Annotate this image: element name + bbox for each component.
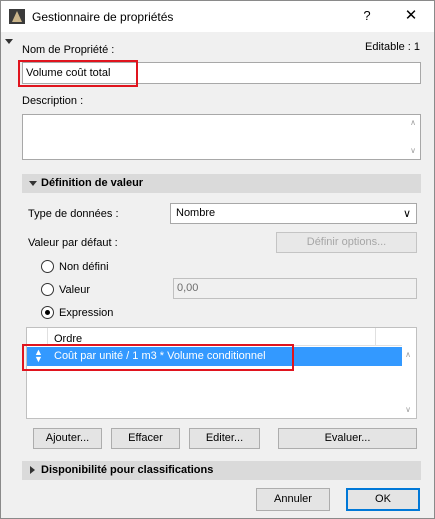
- radio-undefined-label: Non défini: [59, 261, 109, 273]
- scroll-down-icon[interactable]: ∨: [404, 406, 412, 414]
- scroll-up-icon[interactable]: ∧: [404, 351, 412, 359]
- description-scrollbar[interactable]: ∧ ∨: [406, 115, 420, 159]
- panel-pin-icon[interactable]: [5, 39, 13, 44]
- radio-value-label: Valeur: [59, 284, 90, 296]
- window-title: Gestionnaire de propriétés: [32, 10, 174, 24]
- evaluate-button[interactable]: Evaluer...: [278, 428, 417, 449]
- description-textarea[interactable]: ∧ ∨: [22, 114, 421, 160]
- archicad-app-icon: [9, 9, 25, 24]
- close-button[interactable]: ✕: [399, 6, 423, 26]
- default-value-label: Valeur par défaut :: [28, 237, 118, 249]
- delete-button[interactable]: Effacer: [111, 428, 180, 449]
- scroll-up-icon[interactable]: ∧: [409, 119, 417, 127]
- radio-undefined[interactable]: [41, 260, 54, 273]
- cancel-button[interactable]: Annuler: [256, 488, 330, 511]
- name-highlight: [18, 60, 138, 87]
- collapse-triangle-icon: [29, 181, 37, 186]
- column-separator: [375, 328, 376, 346]
- data-type-value: Nombre: [176, 207, 216, 219]
- default-value-text: 0,00: [177, 282, 199, 294]
- property-manager-dialog: Gestionnaire de propriétés ? ✕ Nom de Pr…: [0, 0, 435, 519]
- data-type-label: Type de données :: [28, 208, 119, 220]
- chevron-down-icon: ∨: [402, 208, 411, 220]
- description-label: Description :: [22, 95, 84, 107]
- editable-count: Editable : 1: [365, 41, 421, 53]
- edit-button[interactable]: Editer...: [189, 428, 260, 449]
- availability-section-header[interactable]: Disponibilité pour classifications: [22, 461, 421, 480]
- expand-triangle-icon: [30, 466, 35, 474]
- define-options-button[interactable]: Définir options...: [276, 232, 417, 253]
- ok-button[interactable]: OK: [346, 488, 420, 511]
- section-title: Définition de valeur: [41, 177, 144, 189]
- scroll-down-icon[interactable]: ∨: [409, 147, 417, 155]
- expression-list: Ordre ▲ ▼ Coût par unité / 1 m3 * Volume …: [26, 327, 417, 419]
- data-type-select[interactable]: Nombre ∨: [170, 203, 417, 224]
- radio-value[interactable]: [41, 283, 54, 296]
- radio-expression-label: Expression: [59, 307, 114, 319]
- expression-highlight: [22, 344, 294, 371]
- section-title: Disponibilité pour classifications: [41, 464, 214, 476]
- list-scrollbar[interactable]: ∧ ∨: [400, 328, 416, 418]
- radio-expression[interactable]: [41, 306, 54, 319]
- title-bar: Gestionnaire de propriétés ? ✕: [1, 1, 434, 32]
- name-label: Nom de Propriété :: [22, 44, 115, 56]
- value-definition-section-header[interactable]: Définition de valeur: [22, 174, 421, 193]
- help-button[interactable]: ?: [355, 6, 379, 26]
- default-value-field[interactable]: 0,00: [173, 278, 417, 299]
- add-button[interactable]: Ajouter...: [33, 428, 102, 449]
